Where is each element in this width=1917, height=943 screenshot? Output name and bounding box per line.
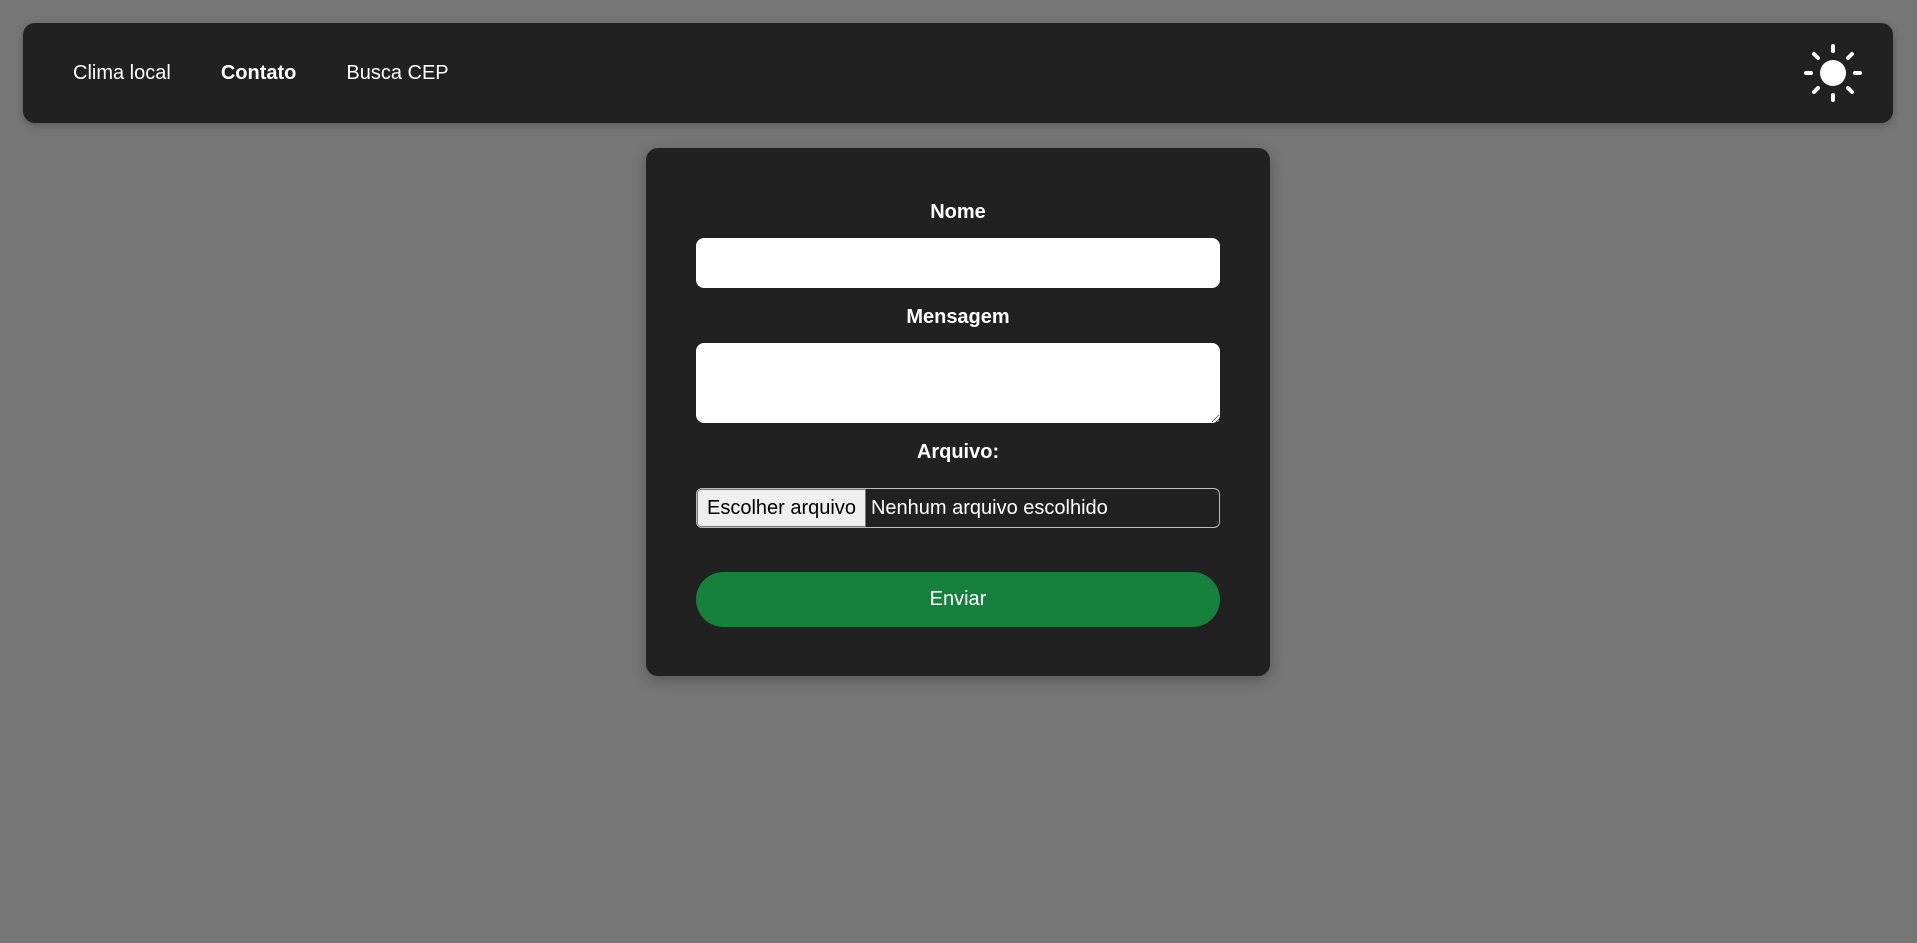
contact-form-card: Nome Mensagem Arquivo: Escolher arquivo … <box>646 148 1270 676</box>
nav-links: Clima local Contato Busca CEP <box>73 23 499 123</box>
name-label: Nome <box>930 201 986 223</box>
navbar: Clima local Contato Busca CEP <box>23 23 1893 123</box>
sun-core <box>1820 60 1846 86</box>
message-textarea[interactable] <box>696 343 1220 423</box>
file-label: Arquivo: <box>916 441 1000 463</box>
nav-link-contato[interactable]: Contato <box>221 62 297 85</box>
nav-link-clima-local[interactable]: Clima local <box>73 62 171 85</box>
submit-button[interactable]: Enviar <box>696 572 1220 627</box>
name-input[interactable] <box>696 238 1220 288</box>
choose-file-button[interactable]: Escolher arquivo <box>697 489 866 527</box>
nav-link-busca-cep[interactable]: Busca CEP <box>346 62 448 85</box>
file-status-text: Nenhum arquivo escolhido <box>870 496 1108 519</box>
sun-icon[interactable] <box>1803 43 1863 103</box>
file-input[interactable]: Escolher arquivo Nenhum arquivo escolhid… <box>696 488 1220 528</box>
message-label: Mensagem <box>906 306 1010 328</box>
